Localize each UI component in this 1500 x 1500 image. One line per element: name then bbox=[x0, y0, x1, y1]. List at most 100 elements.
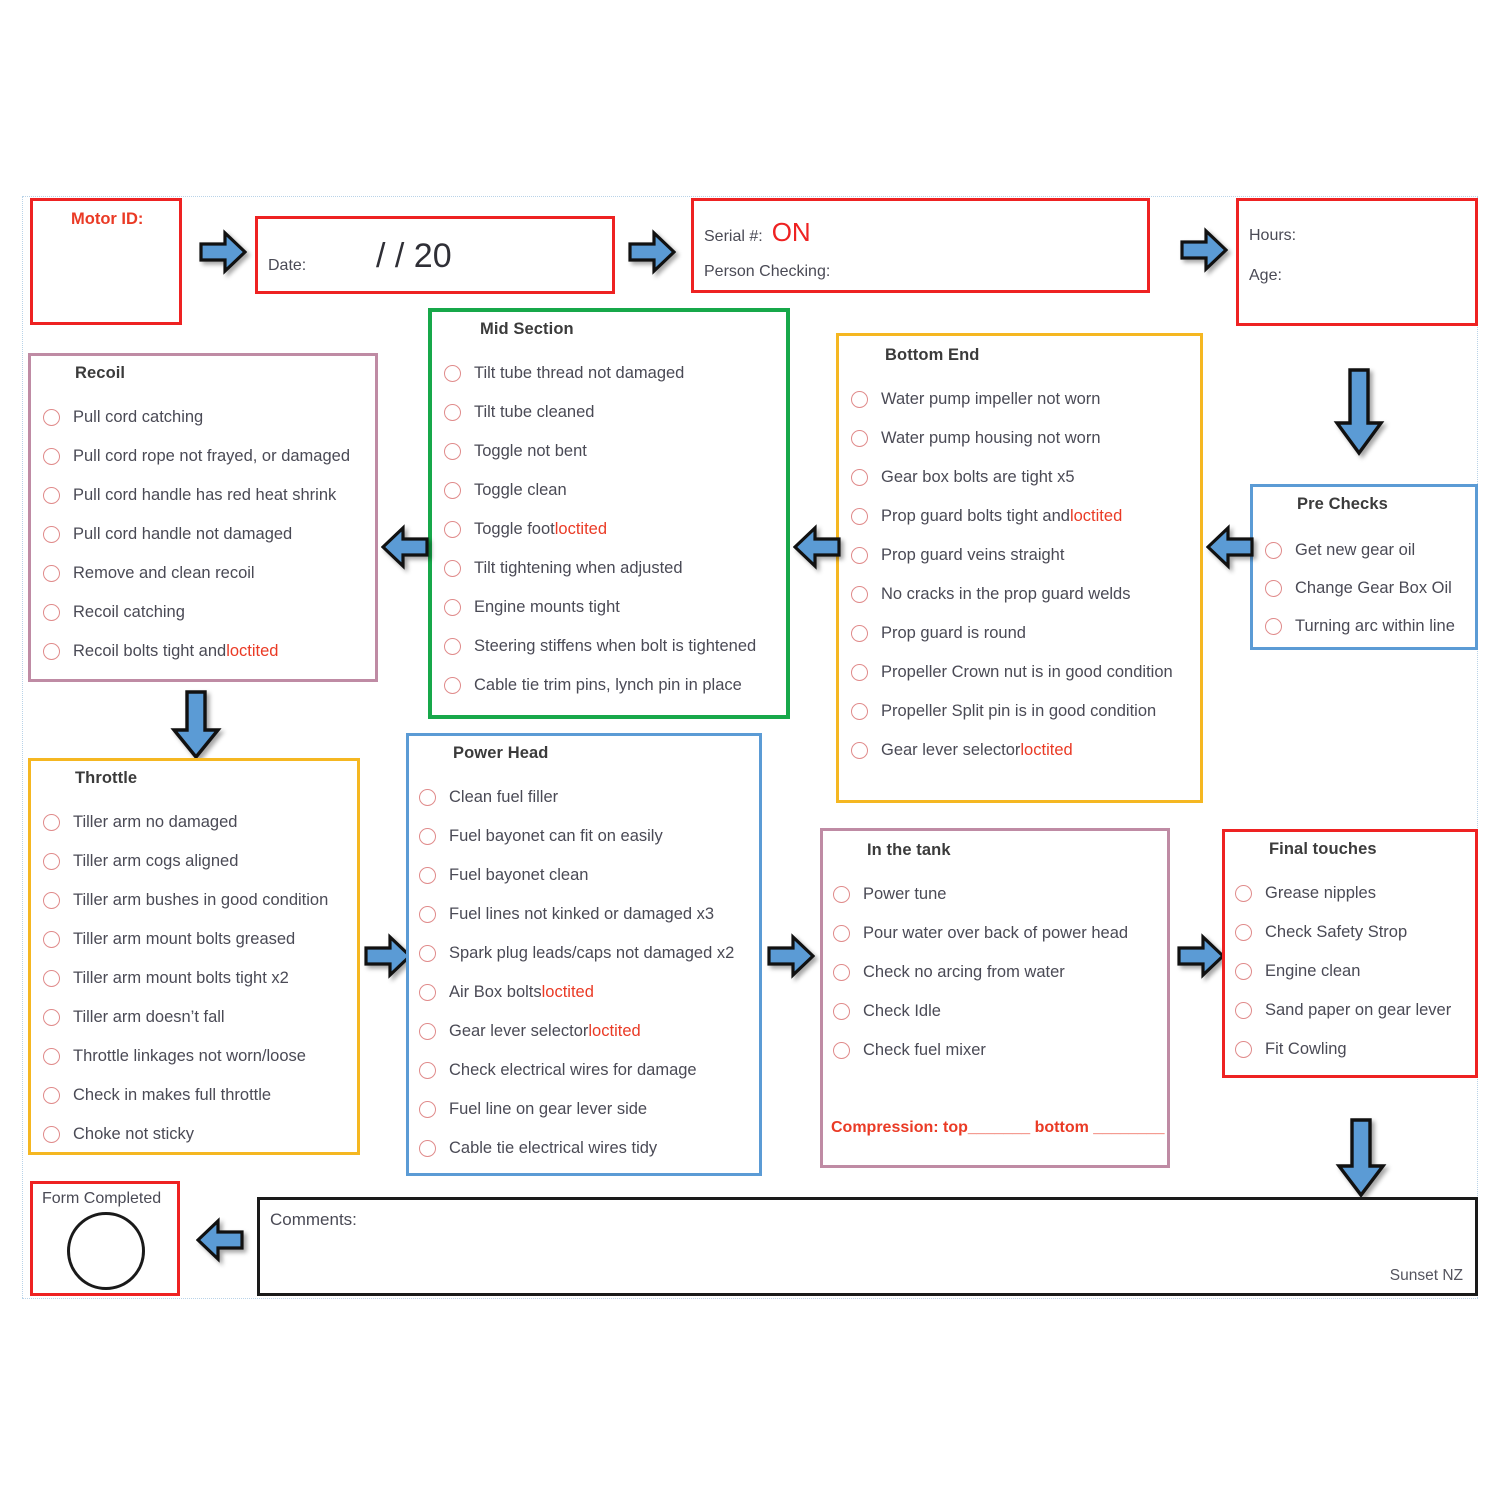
checkbox-circle-icon[interactable] bbox=[1235, 924, 1252, 941]
list-item[interactable]: Tiller arm mount bolts greased bbox=[43, 920, 328, 959]
list-item[interactable]: Tilt tightening when adjusted bbox=[444, 549, 756, 588]
checkbox-circle-icon[interactable] bbox=[419, 945, 436, 962]
list-item[interactable]: Pull cord handle has red heat shrink bbox=[43, 476, 350, 515]
list-item[interactable]: Check fuel mixer bbox=[833, 1031, 1128, 1070]
throttle-box[interactable]: Throttle Tiller arm no damaged Tiller ar… bbox=[28, 758, 360, 1155]
list-item[interactable]: Air Box bolts loctited bbox=[419, 973, 734, 1012]
checkbox-circle-icon[interactable] bbox=[419, 789, 436, 806]
list-item[interactable]: Check in makes full throttle bbox=[43, 1076, 328, 1115]
list-item[interactable]: Tilt tube thread not damaged bbox=[444, 354, 756, 393]
checkbox-circle-icon[interactable] bbox=[419, 906, 436, 923]
checkbox-circle-icon[interactable] bbox=[43, 1087, 60, 1104]
checkbox-circle-icon[interactable] bbox=[851, 391, 868, 408]
checkbox-circle-icon[interactable] bbox=[444, 560, 461, 577]
checkbox-circle-icon[interactable] bbox=[851, 625, 868, 642]
checkbox-circle-icon[interactable] bbox=[419, 984, 436, 1001]
list-item[interactable]: Recoil bolts tight and loctited bbox=[43, 632, 350, 671]
list-item[interactable]: Pull cord handle not damaged bbox=[43, 515, 350, 554]
checkbox-circle-icon[interactable] bbox=[1235, 1041, 1252, 1058]
checkbox-circle-icon[interactable] bbox=[851, 664, 868, 681]
list-item[interactable]: Throttle linkages not worn/loose bbox=[43, 1037, 328, 1076]
list-item[interactable]: Tiller arm doesn’t fall bbox=[43, 998, 328, 1037]
checkbox-circle-icon[interactable] bbox=[43, 643, 60, 660]
list-item[interactable]: Toggle not bent bbox=[444, 432, 756, 471]
checkbox-circle-icon[interactable] bbox=[43, 604, 60, 621]
list-item[interactable]: Remove and clean recoil bbox=[43, 554, 350, 593]
list-item[interactable]: Propeller Crown nut is in good condition bbox=[851, 653, 1173, 692]
list-item[interactable]: Check electrical wires for damage bbox=[419, 1051, 734, 1090]
checkbox-circle-icon[interactable] bbox=[419, 1062, 436, 1079]
list-item[interactable]: Water pump impeller not worn bbox=[851, 380, 1173, 419]
power-head-box[interactable]: Power Head Clean fuel filler Fuel bayone… bbox=[406, 733, 762, 1176]
form-completed-circle-icon[interactable] bbox=[67, 1212, 145, 1290]
form-completed-box[interactable]: Form Completed bbox=[30, 1181, 180, 1296]
checkbox-circle-icon[interactable] bbox=[851, 742, 868, 759]
checkbox-circle-icon[interactable] bbox=[851, 586, 868, 603]
list-item[interactable]: Fuel line on gear lever side bbox=[419, 1090, 734, 1129]
list-item[interactable]: Clean fuel filler bbox=[419, 778, 734, 817]
list-item[interactable]: Check Idle bbox=[833, 992, 1128, 1031]
checkbox-circle-icon[interactable] bbox=[43, 565, 60, 582]
comments-box[interactable]: Comments: Sunset NZ bbox=[257, 1197, 1478, 1296]
list-item[interactable]: Check Safety Strop bbox=[1235, 913, 1451, 952]
checkbox-circle-icon[interactable] bbox=[1265, 541, 1282, 559]
list-item[interactable]: Recoil catching bbox=[43, 593, 350, 632]
list-item[interactable]: Tiller arm bushes in good condition bbox=[43, 881, 328, 920]
checkbox-circle-icon[interactable] bbox=[833, 1003, 850, 1020]
checkbox-circle-icon[interactable] bbox=[444, 443, 461, 460]
list-item[interactable]: Spark plug leads/caps not damaged x2 bbox=[419, 934, 734, 973]
checkbox-circle-icon[interactable] bbox=[1235, 1002, 1252, 1019]
list-item[interactable]: Fuel bayonet clean bbox=[419, 856, 734, 895]
list-item[interactable]: Toggle clean bbox=[444, 471, 756, 510]
list-item[interactable]: Cable tie trim pins, lynch pin in place bbox=[444, 666, 756, 705]
list-item[interactable]: Prop guard bolts tight and loctited bbox=[851, 497, 1173, 536]
checkbox-circle-icon[interactable] bbox=[851, 430, 868, 447]
compression-field[interactable]: Compression: top_______ bottom ________ bbox=[831, 1119, 1164, 1137]
checkbox-circle-icon[interactable] bbox=[43, 526, 60, 543]
checkbox-circle-icon[interactable] bbox=[1235, 885, 1252, 902]
list-item[interactable]: Get new gear oil bbox=[1265, 531, 1455, 569]
list-item[interactable]: Check no arcing from water bbox=[833, 953, 1128, 992]
checkbox-circle-icon[interactable] bbox=[833, 1042, 850, 1059]
pre-checks-box[interactable]: Pre Checks Get new gear oil Change Gear … bbox=[1250, 484, 1478, 650]
checkbox-circle-icon[interactable] bbox=[419, 1101, 436, 1118]
checkbox-circle-icon[interactable] bbox=[444, 638, 461, 655]
checkbox-circle-icon[interactable] bbox=[43, 970, 60, 987]
list-item[interactable]: Cable tie electrical wires tidy bbox=[419, 1129, 734, 1168]
list-item[interactable]: Gear lever selector loctited bbox=[851, 731, 1173, 770]
list-item[interactable]: Tiller arm cogs aligned bbox=[43, 842, 328, 881]
list-item[interactable]: Propeller Split pin is in good condition bbox=[851, 692, 1173, 731]
list-item[interactable]: Gear box bolts are tight x5 bbox=[851, 458, 1173, 497]
checkbox-circle-icon[interactable] bbox=[444, 482, 461, 499]
checkbox-circle-icon[interactable] bbox=[419, 867, 436, 884]
checkbox-circle-icon[interactable] bbox=[851, 508, 868, 525]
checkbox-circle-icon[interactable] bbox=[851, 703, 868, 720]
checkbox-circle-icon[interactable] bbox=[444, 365, 461, 382]
list-item[interactable]: Fuel lines not kinked or damaged x3 bbox=[419, 895, 734, 934]
checkbox-circle-icon[interactable] bbox=[43, 1126, 60, 1143]
list-item[interactable]: Steering stiffens when bolt is tightened bbox=[444, 627, 756, 666]
checkbox-circle-icon[interactable] bbox=[444, 677, 461, 694]
checkbox-circle-icon[interactable] bbox=[444, 404, 461, 421]
final-touches-box[interactable]: Final touches Grease nipples Check Safet… bbox=[1222, 829, 1478, 1078]
checkbox-circle-icon[interactable] bbox=[833, 964, 850, 981]
list-item[interactable]: Fuel bayonet can fit on easily bbox=[419, 817, 734, 856]
checkbox-circle-icon[interactable] bbox=[43, 448, 60, 465]
checkbox-circle-icon[interactable] bbox=[419, 1140, 436, 1157]
checkbox-circle-icon[interactable] bbox=[43, 1009, 60, 1026]
checkbox-circle-icon[interactable] bbox=[444, 599, 461, 616]
hours-age-box[interactable]: Hours: Age: bbox=[1236, 198, 1478, 326]
list-item[interactable]: Pour water over back of power head bbox=[833, 914, 1128, 953]
list-item[interactable]: Sand paper on gear lever bbox=[1235, 991, 1451, 1030]
list-item[interactable]: Pull cord rope not frayed, or damaged bbox=[43, 437, 350, 476]
checkbox-circle-icon[interactable] bbox=[419, 828, 436, 845]
list-item[interactable]: Grease nipples bbox=[1235, 874, 1451, 913]
checkbox-circle-icon[interactable] bbox=[43, 814, 60, 831]
checkbox-circle-icon[interactable] bbox=[43, 409, 60, 426]
list-item[interactable]: Prop guard is round bbox=[851, 614, 1173, 653]
checkbox-circle-icon[interactable] bbox=[43, 1048, 60, 1065]
date-box[interactable]: Date: / / 20 bbox=[255, 216, 615, 294]
bottom-end-box[interactable]: Bottom End Water pump impeller not worn … bbox=[836, 333, 1203, 803]
list-item[interactable]: Tilt tube cleaned bbox=[444, 393, 756, 432]
checkbox-circle-icon[interactable] bbox=[833, 925, 850, 942]
